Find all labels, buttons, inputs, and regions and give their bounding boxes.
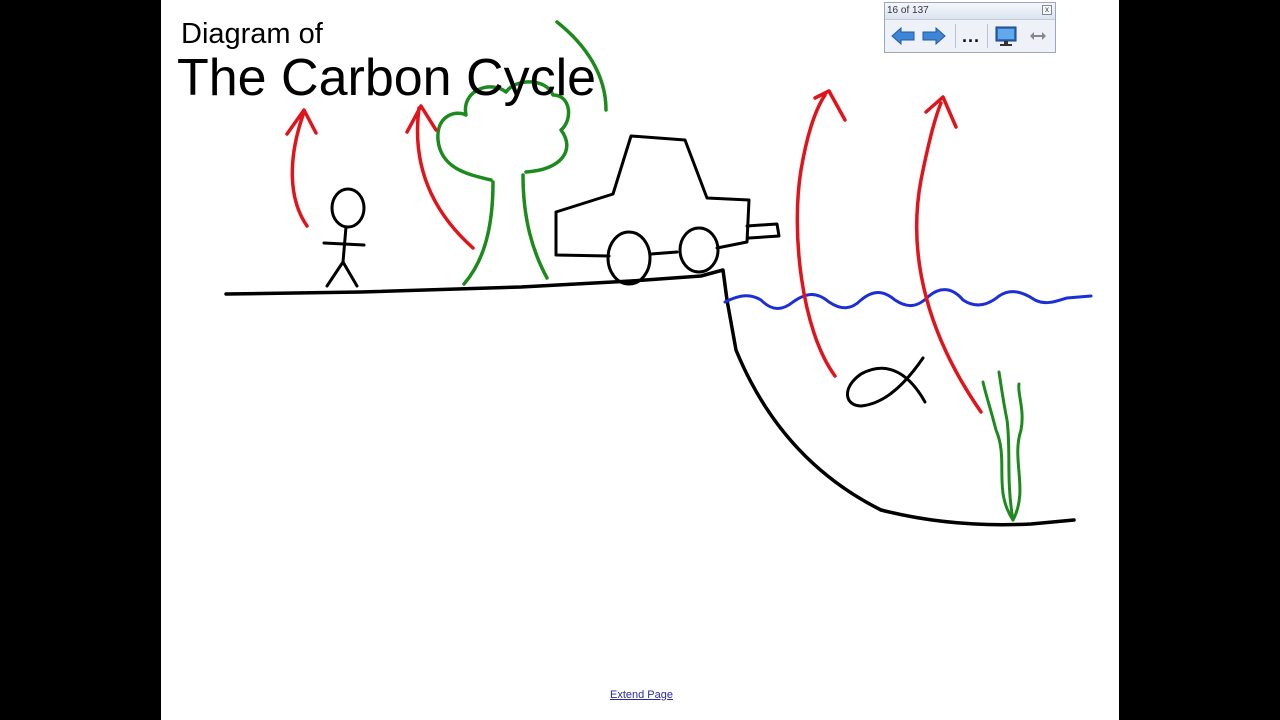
extend-page-link[interactable]: Extend Page	[610, 689, 673, 701]
fish-figure	[846, 356, 927, 408]
more-options-button[interactable]: ...	[959, 23, 983, 49]
next-page-button[interactable]	[919, 23, 949, 49]
toolbar-separator	[955, 24, 956, 48]
co2-arrows	[285, 89, 983, 414]
navigator-toolbar: ...	[885, 20, 1055, 52]
page-navigator: 16 of 137 x ...	[884, 2, 1056, 53]
previous-page-button[interactable]	[888, 23, 918, 49]
left-arrow-icon	[891, 26, 915, 46]
whiteboard-page[interactable]: Diagram of The Carbon Cycle Extend Page	[161, 0, 1119, 720]
page-title: The Carbon Cycle	[177, 49, 597, 107]
right-arrow-icon	[922, 26, 946, 46]
tree-figure	[436, 80, 571, 286]
monitor-icon	[995, 26, 1017, 46]
navigator-header: 16 of 137 x	[885, 3, 1055, 20]
toolbar-separator	[987, 24, 988, 48]
seaweed-figure	[981, 370, 1024, 522]
more-options-label: ...	[961, 26, 980, 46]
horizontal-resize-icon	[1030, 32, 1046, 40]
person-co2-arrow	[285, 108, 318, 228]
carbon-cycle-drawing	[224, 20, 1093, 527]
display-mode-button[interactable]	[991, 23, 1021, 49]
ocean-co2-arrow-2	[914, 95, 983, 414]
page-indicator: 16 of 137	[887, 5, 929, 16]
close-icon[interactable]: x	[1042, 5, 1052, 15]
water-surface	[723, 288, 1093, 310]
ground-line	[224, 268, 1076, 527]
title-line-1: Diagram of	[181, 18, 323, 50]
person-figure	[322, 187, 366, 288]
ocean-co2-arrow-1	[795, 89, 847, 378]
resize-button[interactable]	[1025, 23, 1051, 49]
car-figure	[554, 134, 781, 286]
